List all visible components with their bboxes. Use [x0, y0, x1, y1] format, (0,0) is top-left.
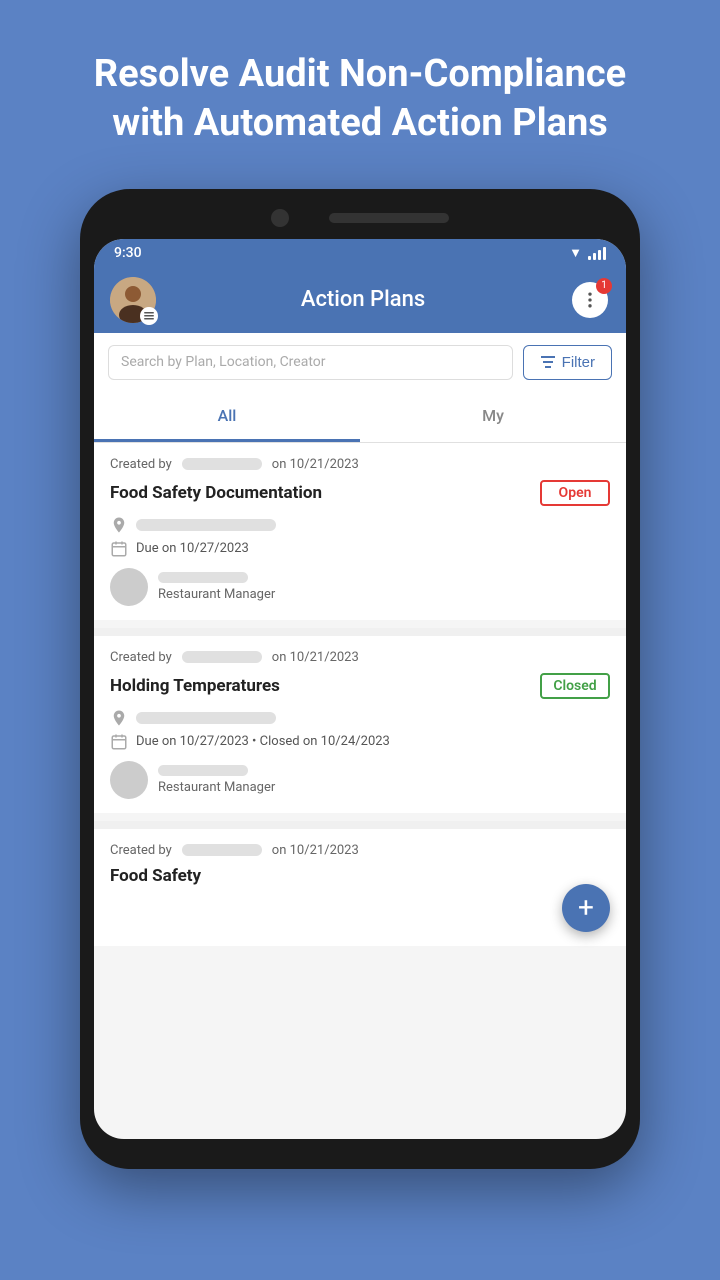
- location-icon-2: [110, 709, 128, 727]
- filter-icon: [540, 355, 556, 369]
- assignee-role-2: Restaurant Manager: [158, 780, 275, 795]
- due-row-2: Due on 10/27/2023 • Closed on 10/24/2023: [110, 733, 610, 751]
- created-by-label-2: Created by: [110, 650, 172, 665]
- location-row-2: [110, 709, 610, 727]
- calendar-icon-1: [110, 540, 128, 558]
- assignee-info-2: Restaurant Manager: [158, 765, 275, 795]
- assignee-row-1: Restaurant Manager: [110, 568, 610, 606]
- notification-badge: 1: [596, 278, 612, 294]
- creator-placeholder-3: [182, 844, 262, 856]
- due-text-1: Due on 10/27/2023: [136, 541, 249, 556]
- tabs-container: All My: [94, 392, 626, 443]
- assignee-name-placeholder-2: [158, 765, 248, 776]
- status-badge-1: Open: [540, 480, 610, 506]
- more-options-icon: [580, 290, 600, 310]
- signal-bar-4: [603, 247, 606, 260]
- filter-button[interactable]: Filter: [523, 345, 612, 380]
- created-date-1: on 10/21/2023: [272, 457, 359, 472]
- add-plan-button[interactable]: +: [562, 884, 610, 932]
- created-by-row-1: Created by on 10/21/2023: [110, 457, 610, 472]
- created-date-2: on 10/21/2023: [272, 650, 359, 665]
- signal-bar-3: [598, 250, 601, 260]
- search-input-wrapper[interactable]: Search by Plan, Location, Creator: [108, 345, 513, 380]
- assignee-avatar-1: [110, 568, 148, 606]
- add-icon: +: [578, 894, 594, 922]
- plan-card-3[interactable]: Created by on 10/21/2023 Food Safety +: [94, 829, 626, 946]
- avatar-container[interactable]: [110, 277, 156, 323]
- menu-indicator: [140, 307, 158, 325]
- tab-my[interactable]: My: [360, 392, 626, 442]
- status-bar: 9:30 ▼: [94, 239, 626, 267]
- due-row-1: Due on 10/27/2023: [110, 540, 610, 558]
- location-row-1: [110, 516, 610, 534]
- assignee-avatar-2: [110, 761, 148, 799]
- wifi-icon: ▼: [569, 245, 582, 261]
- plan-title-row-1: Food Safety Documentation Open: [110, 480, 610, 506]
- created-date-3: on 10/21/2023: [272, 843, 359, 858]
- location-placeholder-1: [136, 519, 276, 531]
- created-by-label-1: Created by: [110, 457, 172, 472]
- location-icon-1: [110, 516, 128, 534]
- divider-2: [94, 821, 626, 829]
- notification-button[interactable]: 1: [570, 280, 610, 320]
- plan-title-3: Food Safety: [110, 866, 610, 886]
- due-closed-text-2: Due on 10/27/2023 • Closed on 10/24/2023: [136, 734, 390, 749]
- phone-camera: [94, 209, 626, 227]
- status-time: 9:30: [114, 245, 142, 261]
- plans-list: Created by on 10/21/2023 Food Safety Doc…: [94, 443, 626, 946]
- signal-bars: [588, 246, 606, 260]
- plan-card-2[interactable]: Created by on 10/21/2023 Holding Tempera…: [94, 636, 626, 813]
- status-icons: ▼: [569, 245, 606, 261]
- search-placeholder: Search by Plan, Location, Creator: [121, 354, 326, 370]
- app-bar: Action Plans 1: [94, 267, 626, 333]
- creator-placeholder-1: [182, 458, 262, 470]
- plan-title-row-2: Holding Temperatures Closed: [110, 673, 610, 699]
- calendar-icon-2: [110, 733, 128, 751]
- app-bar-title: Action Plans: [168, 287, 558, 312]
- hamburger-icon: [143, 311, 155, 321]
- page-header: Resolve Audit Non-Compliance with Automa…: [0, 0, 720, 189]
- filter-label: Filter: [562, 354, 595, 371]
- search-area: Search by Plan, Location, Creator Filter: [94, 333, 626, 392]
- signal-bar-1: [588, 256, 591, 260]
- assignee-row-2: Restaurant Manager: [110, 761, 610, 799]
- signal-bar-2: [593, 253, 596, 260]
- plan-card-1[interactable]: Created by on 10/21/2023 Food Safety Doc…: [94, 443, 626, 620]
- plan-title-1: Food Safety Documentation: [110, 483, 540, 503]
- speaker-bar: [329, 213, 449, 223]
- created-by-label-3: Created by: [110, 843, 172, 858]
- assignee-name-placeholder-1: [158, 572, 248, 583]
- page-title: Resolve Audit Non-Compliance with Automa…: [60, 50, 660, 149]
- status-badge-2: Closed: [540, 673, 610, 699]
- divider-1: [94, 628, 626, 636]
- camera-dot: [271, 209, 289, 227]
- assignee-info-1: Restaurant Manager: [158, 572, 275, 602]
- phone-frame: 9:30 ▼: [80, 189, 640, 1169]
- location-placeholder-2: [136, 712, 276, 724]
- assignee-role-1: Restaurant Manager: [158, 587, 275, 602]
- created-by-row-3: Created by on 10/21/2023: [110, 843, 610, 858]
- tab-all[interactable]: All: [94, 392, 360, 442]
- plan-title-row-3: Food Safety: [110, 866, 610, 886]
- phone-screen: 9:30 ▼: [94, 239, 626, 1139]
- created-by-row-2: Created by on 10/21/2023: [110, 650, 610, 665]
- plan-title-2: Holding Temperatures: [110, 676, 540, 696]
- creator-placeholder-2: [182, 651, 262, 663]
